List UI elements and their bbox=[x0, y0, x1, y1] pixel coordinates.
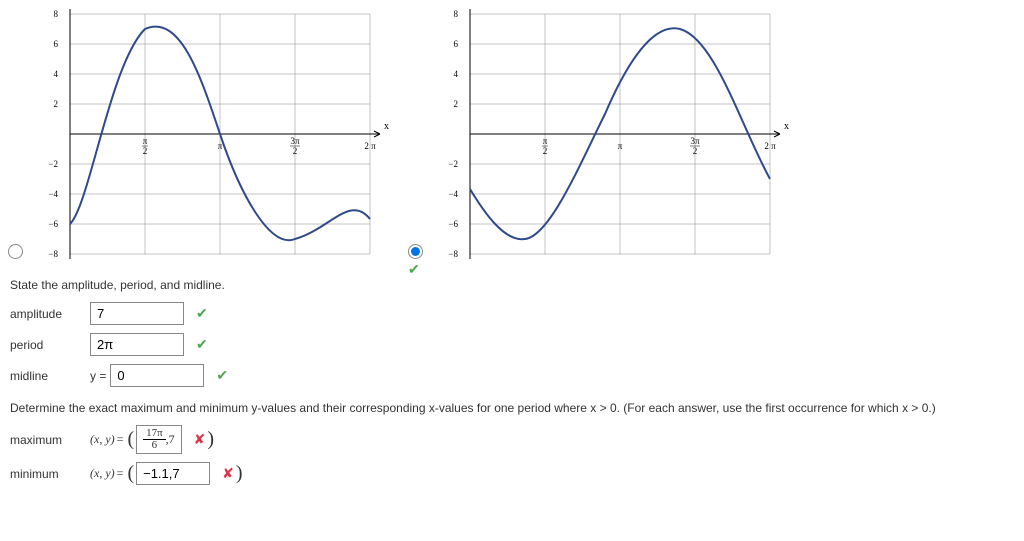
svg-text:−2: −2 bbox=[48, 159, 58, 169]
q1-prompt: State the amplitude, period, and midline… bbox=[10, 278, 1024, 292]
graph-option-2[interactable]: ✔ 8 bbox=[430, 4, 790, 264]
midline-prefix: y = bbox=[90, 369, 106, 383]
check-icon: ✔ bbox=[196, 305, 208, 322]
label-maximum: maximum bbox=[10, 433, 90, 447]
svg-text:−8: −8 bbox=[448, 249, 458, 259]
svg-text:4: 4 bbox=[54, 69, 59, 79]
xy-label: (x, y) bbox=[90, 466, 115, 481]
input-period[interactable] bbox=[90, 333, 184, 356]
svg-text:2: 2 bbox=[54, 99, 59, 109]
svg-text:π: π bbox=[543, 136, 548, 146]
label-midline: midline bbox=[10, 369, 90, 383]
svg-text:2: 2 bbox=[693, 146, 698, 156]
q2-prompt: Determine the exact maximum and minimum … bbox=[10, 401, 1024, 415]
check-icon: ✔ bbox=[408, 261, 420, 278]
svg-text:−4: −4 bbox=[448, 189, 458, 199]
label-minimum: minimum bbox=[10, 467, 90, 481]
svg-text:6: 6 bbox=[454, 39, 459, 49]
svg-text:2: 2 bbox=[143, 146, 148, 156]
xy-label: (x, y) bbox=[90, 432, 115, 447]
input-amplitude[interactable] bbox=[90, 302, 184, 325]
svg-text:x: x bbox=[784, 121, 789, 132]
svg-text:2: 2 bbox=[454, 99, 459, 109]
svg-text:8: 8 bbox=[454, 9, 459, 19]
input-minimum[interactable] bbox=[136, 462, 210, 485]
svg-text:3π: 3π bbox=[690, 136, 700, 146]
svg-text:−6: −6 bbox=[48, 219, 58, 229]
row-amplitude: amplitude ✔ bbox=[10, 302, 1024, 325]
row-midline: midline y = ✔ bbox=[10, 364, 1024, 387]
svg-text:3π: 3π bbox=[290, 136, 300, 146]
row-period: period ✔ bbox=[10, 333, 1024, 356]
svg-text:x: x bbox=[384, 121, 389, 132]
row-maximum: maximum (x, y)= ( 17π6,7 ✘ ) bbox=[10, 425, 1024, 454]
svg-text:6: 6 bbox=[54, 39, 59, 49]
svg-text:−4: −4 bbox=[48, 189, 58, 199]
svg-text:4: 4 bbox=[454, 69, 459, 79]
radio-option-2[interactable] bbox=[408, 244, 423, 262]
graph-option-1[interactable]: 8 6 4 2 −2 −4 −6 −8 π 2 π 3π 2 2 π x bbox=[30, 4, 390, 264]
svg-text:2 π: 2 π bbox=[364, 141, 376, 151]
svg-text:π: π bbox=[618, 141, 623, 151]
plot-1: 8 6 4 2 −2 −4 −6 −8 π 2 π 3π 2 2 π x bbox=[30, 4, 390, 264]
row-minimum: minimum (x, y)= ( ✘ ) bbox=[10, 462, 1024, 485]
svg-text:−6: −6 bbox=[448, 219, 458, 229]
plot-2: 8 6 4 2 −2 −4 −6 −8 π 2 π 3π 2 2 π x bbox=[430, 4, 790, 264]
svg-text:2: 2 bbox=[293, 146, 298, 156]
svg-text:2: 2 bbox=[543, 146, 548, 156]
check-icon: ✔ bbox=[216, 367, 228, 384]
svg-text:2 π: 2 π bbox=[764, 141, 776, 151]
cross-icon: ✘ bbox=[222, 465, 234, 482]
svg-text:−8: −8 bbox=[48, 249, 58, 259]
label-period: period bbox=[10, 338, 90, 352]
radio-option-1[interactable] bbox=[8, 244, 23, 262]
svg-text:−2: −2 bbox=[448, 159, 458, 169]
svg-text:π: π bbox=[143, 136, 148, 146]
input-maximum[interactable]: 17π6,7 bbox=[136, 425, 182, 454]
input-midline[interactable] bbox=[110, 364, 204, 387]
check-icon: ✔ bbox=[196, 336, 208, 353]
label-amplitude: amplitude bbox=[10, 307, 90, 321]
cross-icon: ✘ bbox=[194, 431, 206, 448]
svg-text:8: 8 bbox=[54, 9, 59, 19]
